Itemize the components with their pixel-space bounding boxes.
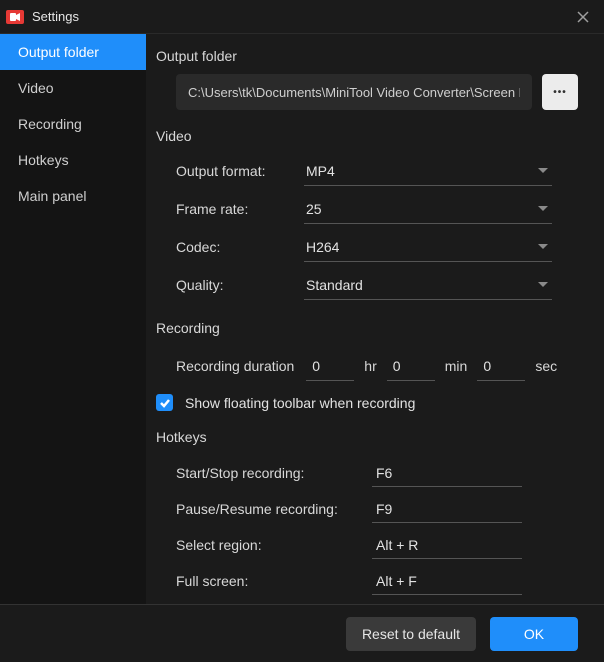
sidebar-item-label: Recording bbox=[18, 116, 82, 132]
close-button[interactable] bbox=[568, 3, 598, 31]
quality-select[interactable]: Standard bbox=[304, 270, 552, 300]
hotkey-start-input[interactable] bbox=[372, 459, 522, 487]
ellipsis-icon: ••• bbox=[553, 87, 567, 98]
section-title: Video bbox=[156, 128, 578, 144]
sidebar-item-label: Main panel bbox=[18, 188, 87, 204]
titlebar: Settings bbox=[0, 0, 604, 34]
select-value: H264 bbox=[304, 239, 538, 255]
chevron-down-icon bbox=[538, 168, 548, 173]
hotkey-region-input[interactable] bbox=[372, 531, 522, 559]
duration-min-input[interactable] bbox=[387, 351, 435, 381]
frame-rate-select[interactable]: 25 bbox=[304, 194, 552, 224]
chevron-down-icon bbox=[538, 244, 548, 249]
section-recording: Recording Recording duration hr min sec … bbox=[156, 320, 578, 411]
sidebar-item-label: Video bbox=[18, 80, 54, 96]
section-output-folder: Output folder ••• bbox=[156, 48, 578, 110]
section-video: Video Output format: MP4 Frame rate: 25 bbox=[156, 128, 578, 302]
settings-window: Settings Output folder Video Recording H… bbox=[0, 0, 604, 662]
browse-button[interactable]: ••• bbox=[542, 74, 578, 110]
hotkey-pause-label: Pause/Resume recording: bbox=[176, 501, 372, 517]
quality-label: Quality: bbox=[176, 277, 304, 293]
content-pane: Output folder ••• Video Output format: M… bbox=[146, 34, 604, 604]
sidebar-item-main-panel[interactable]: Main panel bbox=[0, 178, 146, 214]
codec-label: Codec: bbox=[176, 239, 304, 255]
frame-rate-label: Frame rate: bbox=[176, 201, 304, 217]
hotkey-start-label: Start/Stop recording: bbox=[176, 465, 372, 481]
sidebar-item-hotkeys[interactable]: Hotkeys bbox=[0, 142, 146, 178]
sidebar-item-recording[interactable]: Recording bbox=[0, 106, 146, 142]
select-value: Standard bbox=[304, 277, 538, 293]
ok-button[interactable]: OK bbox=[490, 617, 578, 651]
unit-hr: hr bbox=[364, 358, 376, 374]
output-folder-input[interactable] bbox=[176, 74, 532, 110]
sidebar: Output folder Video Recording Hotkeys Ma… bbox=[0, 34, 146, 604]
app-icon bbox=[6, 10, 24, 24]
section-hotkeys: Hotkeys Start/Stop recording: Pause/Resu… bbox=[156, 429, 578, 599]
section-title: Recording bbox=[156, 320, 578, 336]
window-title: Settings bbox=[32, 9, 568, 24]
hotkey-pause-input[interactable] bbox=[372, 495, 522, 523]
body: Output folder Video Recording Hotkeys Ma… bbox=[0, 34, 604, 604]
hotkey-full-input[interactable] bbox=[372, 567, 522, 595]
select-value: MP4 bbox=[304, 163, 538, 179]
output-format-label: Output format: bbox=[176, 163, 304, 179]
show-toolbar-label: Show floating toolbar when recording bbox=[185, 395, 415, 411]
section-title: Hotkeys bbox=[156, 429, 578, 445]
hotkey-full-label: Full screen: bbox=[176, 573, 372, 589]
output-format-select[interactable]: MP4 bbox=[304, 156, 552, 186]
check-icon bbox=[159, 397, 171, 409]
sidebar-item-output-folder[interactable]: Output folder bbox=[0, 34, 146, 70]
close-icon bbox=[577, 11, 589, 23]
select-value: 25 bbox=[304, 201, 538, 217]
sidebar-item-video[interactable]: Video bbox=[0, 70, 146, 106]
recording-duration-label: Recording duration bbox=[176, 358, 294, 374]
footer: Reset to default OK bbox=[0, 604, 604, 662]
duration-sec-input[interactable] bbox=[477, 351, 525, 381]
chevron-down-icon bbox=[538, 282, 548, 287]
hotkey-region-label: Select region: bbox=[176, 537, 372, 553]
show-toolbar-checkbox[interactable] bbox=[156, 394, 173, 411]
codec-select[interactable]: H264 bbox=[304, 232, 552, 262]
unit-min: min bbox=[445, 358, 468, 374]
reset-button[interactable]: Reset to default bbox=[346, 617, 476, 651]
sidebar-item-label: Hotkeys bbox=[18, 152, 69, 168]
section-title: Output folder bbox=[156, 48, 578, 64]
chevron-down-icon bbox=[538, 206, 548, 211]
duration-hr-input[interactable] bbox=[306, 351, 354, 381]
sidebar-item-label: Output folder bbox=[18, 44, 99, 60]
unit-sec: sec bbox=[535, 358, 557, 374]
